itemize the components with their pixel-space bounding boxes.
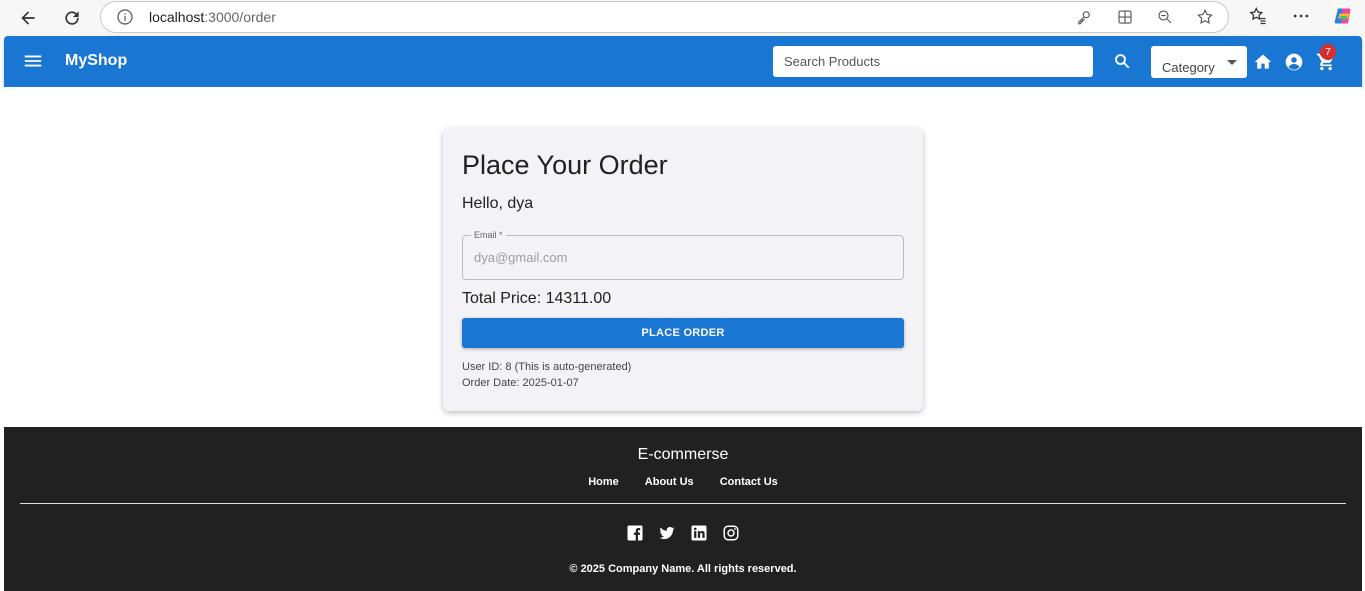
cart-count-badge: 7 bbox=[1320, 44, 1336, 60]
home-icon[interactable] bbox=[1253, 52, 1273, 72]
page-title: Place Your Order bbox=[462, 150, 668, 180]
copilot-icon[interactable] bbox=[1333, 6, 1353, 26]
email-label: Email * bbox=[471, 230, 506, 240]
zoom-icon[interactable] bbox=[1156, 8, 1174, 26]
site-info-icon[interactable] bbox=[117, 9, 133, 25]
greeting-text: Hello, dya bbox=[462, 195, 534, 212]
footer-title: E-commerse bbox=[637, 446, 729, 463]
instagram-icon[interactable] bbox=[722, 524, 740, 542]
total-price: Total Price: 14311.00 bbox=[462, 290, 612, 307]
favorite-star-icon[interactable] bbox=[1196, 8, 1214, 26]
footer: E-commerse Home About Us Contact Us © 20… bbox=[4, 427, 1362, 591]
category-select[interactable]: Category bbox=[1151, 46, 1247, 78]
app-bar: MyShop Category 7 bbox=[4, 36, 1362, 87]
linkedin-icon[interactable] bbox=[690, 524, 708, 542]
footer-link-about[interactable]: About Us bbox=[645, 476, 694, 488]
back-icon[interactable] bbox=[14, 4, 42, 32]
social-links bbox=[4, 524, 1362, 542]
browser-chrome: localhost:3000/order bbox=[0, 0, 1365, 36]
user-id-text: User ID: 8 (This is auto-generated) bbox=[462, 361, 632, 373]
place-order-button[interactable]: PLACE ORDER bbox=[462, 318, 904, 348]
menu-icon[interactable] bbox=[22, 50, 44, 72]
chevron-down-icon bbox=[1227, 60, 1237, 65]
account-icon[interactable] bbox=[1284, 52, 1304, 72]
favorites-icon[interactable] bbox=[1248, 6, 1268, 26]
app-available-icon[interactable] bbox=[1116, 8, 1134, 26]
footer-divider bbox=[20, 503, 1346, 504]
twitter-icon[interactable] bbox=[658, 524, 676, 542]
brand-logo-text[interactable]: MyShop bbox=[65, 52, 127, 70]
category-select-value: Category bbox=[1162, 60, 1215, 75]
email-field: Email * bbox=[462, 230, 904, 280]
footer-links: Home About Us Contact Us bbox=[4, 476, 1362, 488]
copyright-text: © 2025 Company Name. All rights reserved… bbox=[569, 563, 797, 575]
footer-link-contact[interactable]: Contact Us bbox=[720, 476, 778, 488]
email-input[interactable] bbox=[463, 236, 903, 279]
address-bar[interactable]: localhost:3000/order bbox=[100, 1, 1229, 33]
order-card: Place Your Order Hello, dya Email * Tota… bbox=[443, 128, 923, 411]
footer-link-home[interactable]: Home bbox=[588, 476, 619, 488]
order-date-text: Order Date: 2025-01-07 bbox=[462, 377, 579, 389]
key-icon[interactable] bbox=[1075, 8, 1093, 26]
more-options-icon[interactable] bbox=[1291, 6, 1311, 26]
search-icon[interactable] bbox=[1113, 52, 1131, 70]
search-box bbox=[773, 46, 1093, 77]
url-text: localhost:3000/order bbox=[149, 9, 276, 25]
search-input[interactable] bbox=[773, 46, 1093, 77]
facebook-icon[interactable] bbox=[626, 524, 644, 542]
refresh-icon[interactable] bbox=[58, 4, 86, 32]
main-content: Place Your Order Hello, dya Email * Tota… bbox=[4, 87, 1362, 427]
